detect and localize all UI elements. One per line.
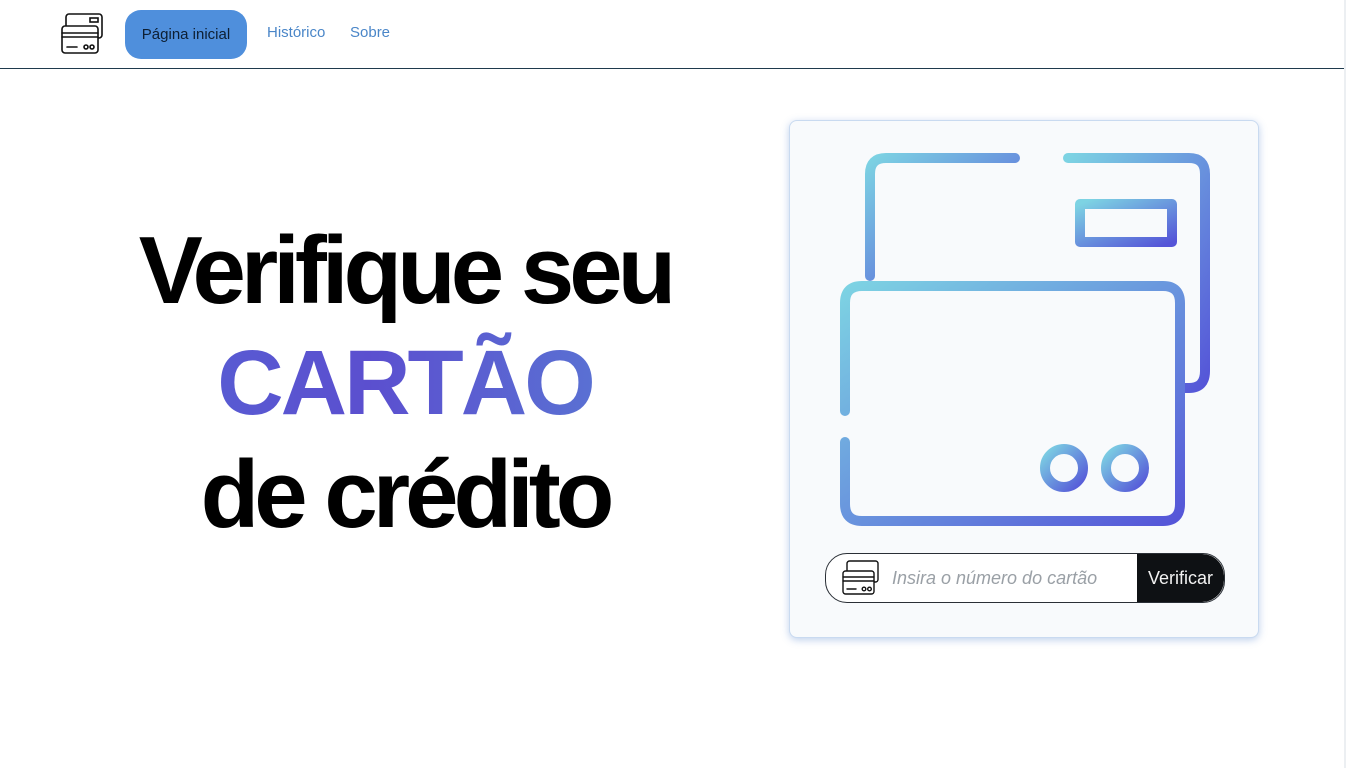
hero-line-3: de crédito xyxy=(200,441,615,548)
nav-about-link[interactable]: Sobre xyxy=(350,24,390,41)
hero-heading: Verifique seu CARTÃO de crédito xyxy=(40,215,770,551)
credit-card-icon xyxy=(842,560,880,596)
card-number-input[interactable] xyxy=(892,554,1132,602)
verify-card-panel: Verificar xyxy=(789,120,1259,638)
credit-card-logo-icon[interactable] xyxy=(60,12,104,56)
nav-home-button[interactable]: Página inicial xyxy=(125,10,247,59)
nav-history-link[interactable]: Histórico xyxy=(267,24,325,41)
hero-line-1: Verifique seu xyxy=(138,217,677,324)
hero-line-accent: CARTÃO xyxy=(40,327,770,439)
card-number-search: Verificar xyxy=(825,553,1225,603)
credit-cards-illustration-icon xyxy=(835,146,1225,526)
top-navbar: Página inicial Histórico Sobre xyxy=(0,0,1346,69)
verify-button[interactable]: Verificar xyxy=(1137,554,1224,602)
